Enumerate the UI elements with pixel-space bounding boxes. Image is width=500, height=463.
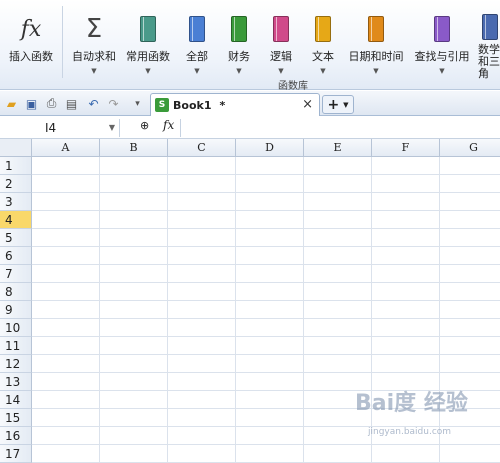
tab-book1[interactable]: S Book1 * ×	[150, 93, 320, 116]
book-icon	[140, 16, 156, 42]
row-header[interactable]: 1	[0, 157, 32, 175]
formula-input[interactable]	[180, 119, 498, 137]
undo-icon[interactable]: ↶	[86, 96, 101, 111]
column-header[interactable]: E	[304, 139, 372, 157]
all-functions-button[interactable]: 全部 ▼	[180, 6, 214, 76]
column-header[interactable]: F	[372, 139, 440, 157]
print-icon[interactable]: ⎙	[44, 96, 59, 111]
financial-button[interactable]: 财务 ▼	[222, 6, 256, 76]
autosum-button[interactable]: Σ 自动求和 ▼	[70, 6, 118, 76]
row-header[interactable]: 16	[0, 427, 32, 445]
chevron-down-icon: ▼	[91, 67, 97, 75]
text-functions-button[interactable]: 文本 ▼	[306, 6, 340, 76]
group-label: 函数库	[278, 81, 308, 92]
column-header[interactable]: D	[236, 139, 304, 157]
watermark-url: jingyan.baidu.com	[368, 427, 452, 437]
row-header[interactable]: 15	[0, 409, 32, 427]
date-time-button[interactable]: 日期和时间 ▼	[346, 6, 406, 76]
new-tab-button[interactable]: + ▼	[322, 95, 354, 114]
row-header[interactable]: 14	[0, 391, 32, 409]
column-header[interactable]: A	[32, 139, 100, 157]
book-icon	[434, 16, 450, 42]
chevron-down-icon: ▼	[278, 67, 284, 75]
row-header[interactable]: 10	[0, 319, 32, 337]
watermark: Bai度 经验	[355, 391, 468, 416]
book-icon	[315, 16, 331, 42]
math-trig-button[interactable]: 数学和三角	[478, 6, 500, 80]
row-header[interactable]: 3	[0, 193, 32, 211]
row-header[interactable]: 8	[0, 283, 32, 301]
chevron-down-icon: ▼	[236, 67, 242, 75]
fx-icon: fx	[20, 16, 42, 42]
quick-access-toolbar: ▰ ▣ ⎙ ▤ ↶ ↷ ▾ S Book1 * × + ▼	[0, 91, 500, 116]
fx-icon[interactable]: fx	[163, 118, 174, 132]
book-icon	[368, 16, 384, 42]
row-header[interactable]: 5	[0, 229, 32, 247]
row-header[interactable]: 17	[0, 445, 32, 463]
customize-dropdown-icon[interactable]: ▾	[130, 96, 145, 111]
plus-icon: +	[327, 96, 340, 113]
row-header[interactable]: 12	[0, 355, 32, 373]
row-header[interactable]: 11	[0, 337, 32, 355]
select-all-corner[interactable]	[0, 139, 32, 157]
chevron-down-icon[interactable]: ▼	[109, 119, 115, 137]
row-header[interactable]: 6	[0, 247, 32, 265]
lookup-reference-button[interactable]: 查找与引用 ▼	[412, 6, 472, 76]
book-icon	[231, 16, 247, 42]
row-header[interactable]: 7	[0, 265, 32, 283]
zoom-icon[interactable]: ⊕	[140, 119, 149, 132]
print-preview-icon[interactable]: ▤	[64, 96, 79, 111]
book-icon	[482, 14, 498, 40]
common-functions-button[interactable]: 常用函数 ▼	[124, 6, 172, 76]
save-icon[interactable]: ▣	[24, 96, 39, 111]
column-header[interactable]: G	[440, 139, 500, 157]
name-box[interactable]: I4 ▼	[0, 119, 120, 137]
row-header[interactable]: 13	[0, 373, 32, 391]
row-header[interactable]: 4	[0, 211, 32, 229]
row-header[interactable]: 9	[0, 301, 32, 319]
book-icon	[273, 16, 289, 42]
chevron-down-icon: ▼	[320, 67, 326, 75]
sigma-icon: Σ	[85, 14, 103, 44]
ribbon: fx 插入函数 Σ 自动求和 ▼ 常用函数 ▼ 全部 ▼ 财务 ▼ 逻辑 ▼ 文…	[0, 0, 500, 92]
spreadsheet-icon: S	[155, 98, 169, 112]
chevron-down-icon: ▼	[194, 67, 200, 75]
row-header[interactable]: 2	[0, 175, 32, 193]
logical-button[interactable]: 逻辑 ▼	[264, 6, 298, 76]
open-folder-icon[interactable]: ▰	[4, 96, 19, 111]
column-header[interactable]: B	[100, 139, 168, 157]
ribbon-divider	[62, 6, 63, 78]
cell-area[interactable]	[32, 157, 500, 463]
chevron-down-icon: ▼	[439, 67, 445, 75]
column-header[interactable]: C	[168, 139, 236, 157]
insert-function-button[interactable]: fx 插入函数	[6, 6, 56, 76]
chevron-down-icon: ▼	[343, 100, 349, 109]
chevron-down-icon: ▼	[145, 67, 151, 75]
chevron-down-icon: ▼	[373, 67, 379, 75]
book-icon	[189, 16, 205, 42]
close-icon[interactable]: ×	[302, 97, 313, 112]
redo-icon[interactable]: ↷	[106, 96, 121, 111]
formula-bar: I4 ▼ ⊕ fx	[0, 117, 500, 139]
